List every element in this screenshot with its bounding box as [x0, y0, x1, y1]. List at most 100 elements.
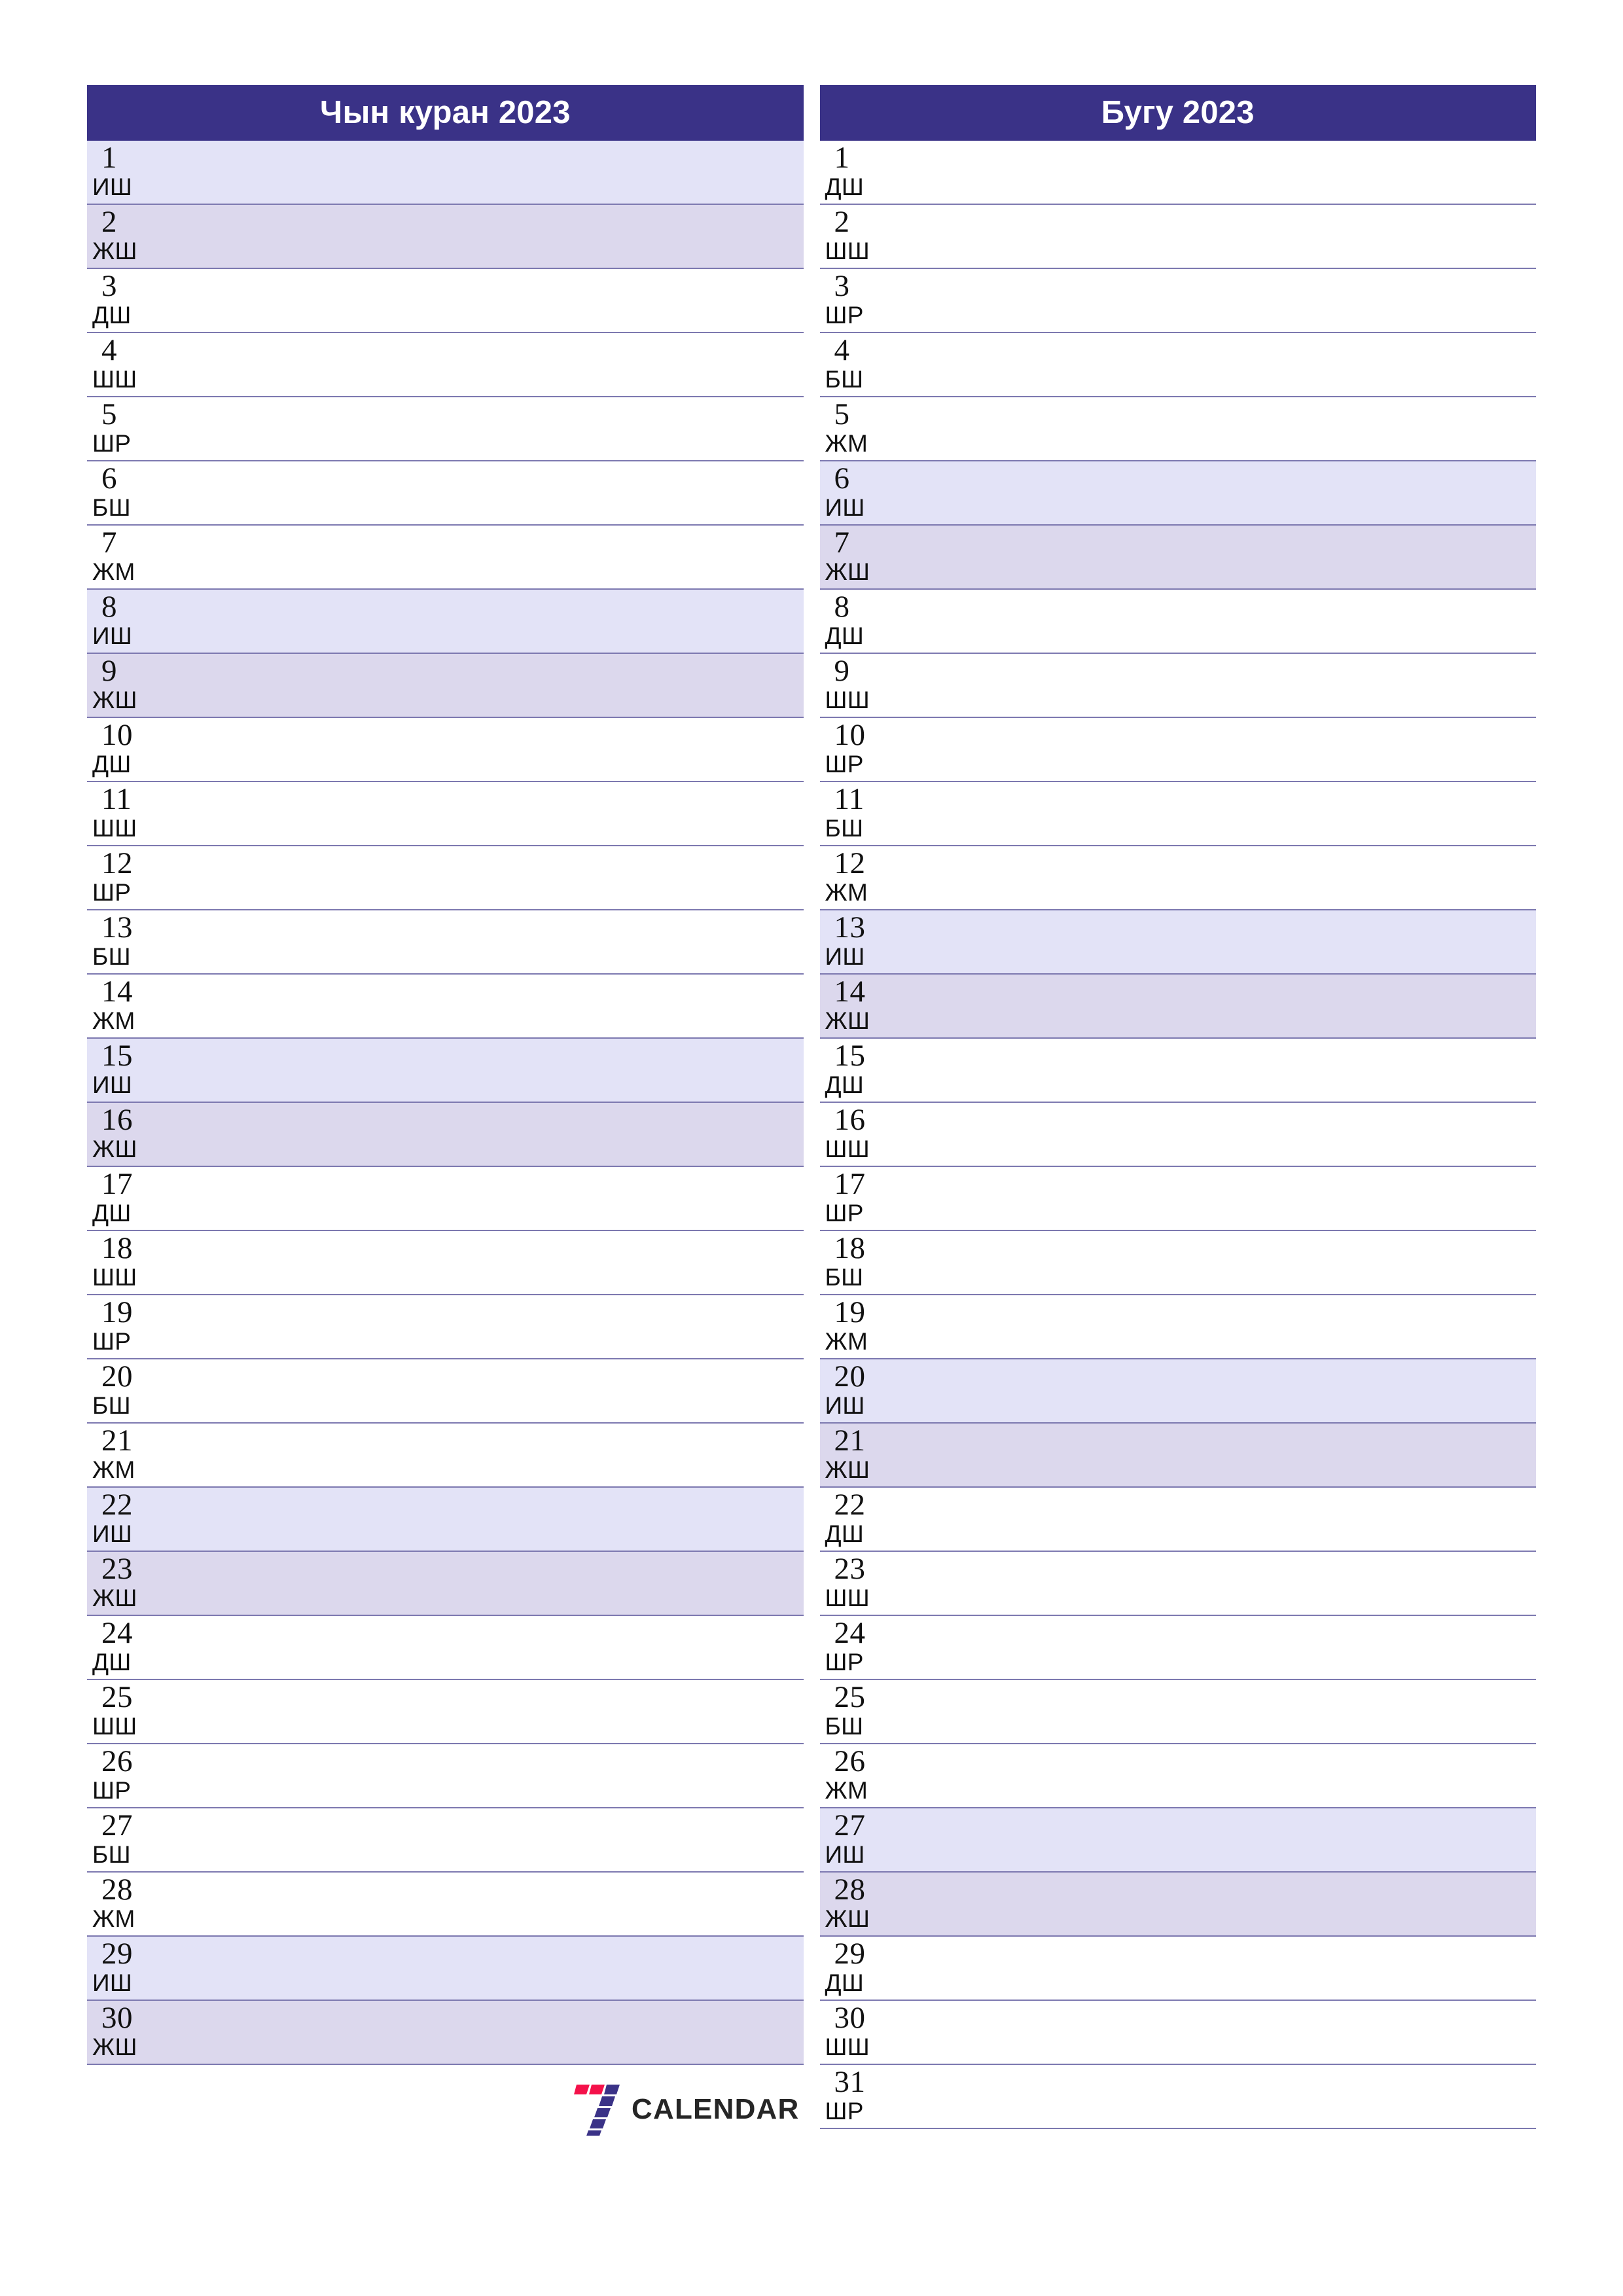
day-number: 9: [101, 654, 117, 688]
day-row[interactable]: 6 БШ: [87, 461, 804, 526]
day-number: 12: [834, 846, 866, 880]
day-row[interactable]: 21 ЖШ: [819, 1424, 1536, 1488]
month-title-left: Чын куран 2023: [87, 85, 804, 141]
day-row[interactable]: 6 ИШ: [819, 461, 1536, 526]
day-row[interactable]: 13 БШ: [87, 910, 804, 975]
day-row[interactable]: 27 БШ: [87, 1808, 804, 1873]
day-row[interactable]: 18 ШШ: [87, 1231, 804, 1295]
day-number: 7: [834, 526, 850, 560]
day-row[interactable]: 15 ДШ: [819, 1039, 1536, 1103]
day-row[interactable]: 4 ШШ: [87, 333, 804, 397]
day-number: 20: [834, 1359, 866, 1393]
day-row[interactable]: 10 ШР: [819, 718, 1536, 782]
day-row[interactable]: 13 ИШ: [819, 910, 1536, 975]
day-row[interactable]: 31 ШР: [819, 2065, 1536, 2129]
day-row[interactable]: 26 ШР: [87, 1744, 804, 1808]
day-row[interactable]: 1 ДШ: [819, 141, 1536, 205]
day-row[interactable]: 14 ЖМ: [87, 975, 804, 1039]
day-row[interactable]: 21 ЖМ: [87, 1424, 804, 1488]
day-row[interactable]: 18 БШ: [819, 1231, 1536, 1295]
day-row[interactable]: 5 ШР: [87, 397, 804, 461]
day-number: 10: [834, 718, 866, 752]
day-row[interactable]: 28 ЖМ: [87, 1873, 804, 1937]
day-number: 23: [101, 1552, 133, 1586]
day-row[interactable]: 17 ДШ: [87, 1167, 804, 1231]
day-weekday: ИШ: [825, 943, 865, 970]
day-row[interactable]: 2 ШШ: [819, 205, 1536, 269]
day-row[interactable]: 29 ИШ: [87, 1937, 804, 2001]
day-row[interactable]: 29 ДШ: [819, 1937, 1536, 2001]
day-number: 23: [834, 1552, 866, 1586]
day-row[interactable]: 11 БШ: [819, 782, 1536, 846]
day-row[interactable]: 20 ИШ: [819, 1359, 1536, 1424]
day-weekday: ИШ: [92, 173, 133, 200]
day-row[interactable]: 26 ЖМ: [819, 1744, 1536, 1808]
day-row[interactable]: 11 ШШ: [87, 782, 804, 846]
day-row[interactable]: 27 ИШ: [819, 1808, 1536, 1873]
day-weekday: ЖМ: [92, 1905, 135, 1932]
day-row[interactable]: 2 ЖШ: [87, 205, 804, 269]
day-row[interactable]: 22 ДШ: [819, 1488, 1536, 1552]
day-row[interactable]: 23 ЖШ: [87, 1552, 804, 1616]
day-row[interactable]: 30 ШШ: [819, 2001, 1536, 2065]
day-row[interactable]: 22 ИШ: [87, 1488, 804, 1552]
day-row[interactable]: 23 ШШ: [819, 1552, 1536, 1616]
day-list-right: 1 ДШ 2 ШШ 3 ШР 4 БШ 5 ЖМ 6 ИШ 7 ЖШ 8 ДШ 9 ШШ 10 ШР 11 БШ 12 ЖМ 1…: [819, 141, 1536, 2129]
calendar-page: Чын куран 2023 1 ИШ 2 ЖШ 3 ДШ 4 ШШ 5 ШР 6 БШ 7 ЖМ 8 ИШ 9…: [0, 0, 1623, 2296]
day-number: 30: [101, 2001, 133, 2035]
day-weekday: ШШ: [825, 1136, 870, 1162]
day-weekday: БШ: [92, 494, 131, 521]
day-row[interactable]: 17 ШР: [819, 1167, 1536, 1231]
day-row[interactable]: 10 ДШ: [87, 718, 804, 782]
day-row[interactable]: 12 ШР: [87, 846, 804, 910]
day-row[interactable]: 14 ЖШ: [819, 975, 1536, 1039]
day-weekday: БШ: [825, 366, 864, 393]
day-row[interactable]: 30 ЖШ: [87, 2001, 804, 2065]
day-number: 19: [101, 1295, 133, 1329]
day-row[interactable]: 25 ШШ: [87, 1680, 804, 1744]
day-row[interactable]: 16 ШШ: [819, 1103, 1536, 1167]
day-weekday: ЖШ: [92, 687, 137, 713]
day-row[interactable]: 8 ИШ: [87, 590, 804, 654]
day-number: 29: [834, 1937, 866, 1971]
day-row[interactable]: 3 ШР: [819, 269, 1536, 333]
day-row[interactable]: 1 ИШ: [87, 141, 804, 205]
day-row[interactable]: 9 ШШ: [819, 654, 1536, 718]
day-row[interactable]: 16 ЖШ: [87, 1103, 804, 1167]
day-weekday: ДШ: [92, 1200, 132, 1227]
day-weekday: ШР: [825, 1649, 864, 1676]
day-row[interactable]: 5 ЖМ: [819, 397, 1536, 461]
day-row[interactable]: 24 ДШ: [87, 1616, 804, 1680]
day-weekday: БШ: [825, 1264, 864, 1291]
day-row[interactable]: 4 БШ: [819, 333, 1536, 397]
day-row[interactable]: 7 ЖШ: [819, 526, 1536, 590]
day-weekday: ЖШ: [825, 558, 870, 585]
day-number: 8: [101, 590, 117, 624]
day-row[interactable]: 9 ЖШ: [87, 654, 804, 718]
day-weekday: ЖШ: [92, 2034, 137, 2060]
day-number: 24: [834, 1616, 866, 1650]
day-row[interactable]: 3 ДШ: [87, 269, 804, 333]
day-row[interactable]: 28 ЖШ: [819, 1873, 1536, 1937]
day-number: 13: [834, 910, 866, 944]
day-weekday: ШШ: [825, 2034, 870, 2060]
day-number: 17: [834, 1167, 866, 1201]
brand-wordmark: CALENDAR: [632, 2093, 800, 2125]
day-row[interactable]: 15 ИШ: [87, 1039, 804, 1103]
day-weekday: ЖМ: [825, 879, 868, 906]
month-column-left: Чын куран 2023 1 ИШ 2 ЖШ 3 ДШ 4 ШШ 5 ШР 6 БШ 7 ЖМ 8 ИШ 9…: [87, 85, 804, 2296]
day-row[interactable]: 19 ШР: [87, 1295, 804, 1359]
left-column-footer: CALENDAR: [87, 2065, 804, 2144]
day-number: 17: [101, 1167, 133, 1201]
day-weekday: ЖМ: [92, 1456, 135, 1483]
day-row[interactable]: 25 БШ: [819, 1680, 1536, 1744]
day-weekday: БШ: [92, 943, 131, 970]
day-row[interactable]: 20 БШ: [87, 1359, 804, 1424]
day-row[interactable]: 24 ШР: [819, 1616, 1536, 1680]
day-row[interactable]: 12 ЖМ: [819, 846, 1536, 910]
day-number: 14: [101, 975, 133, 1009]
day-row[interactable]: 7 ЖМ: [87, 526, 804, 590]
day-number: 4: [101, 333, 117, 367]
day-row[interactable]: 8 ДШ: [819, 590, 1536, 654]
day-row[interactable]: 19 ЖМ: [819, 1295, 1536, 1359]
